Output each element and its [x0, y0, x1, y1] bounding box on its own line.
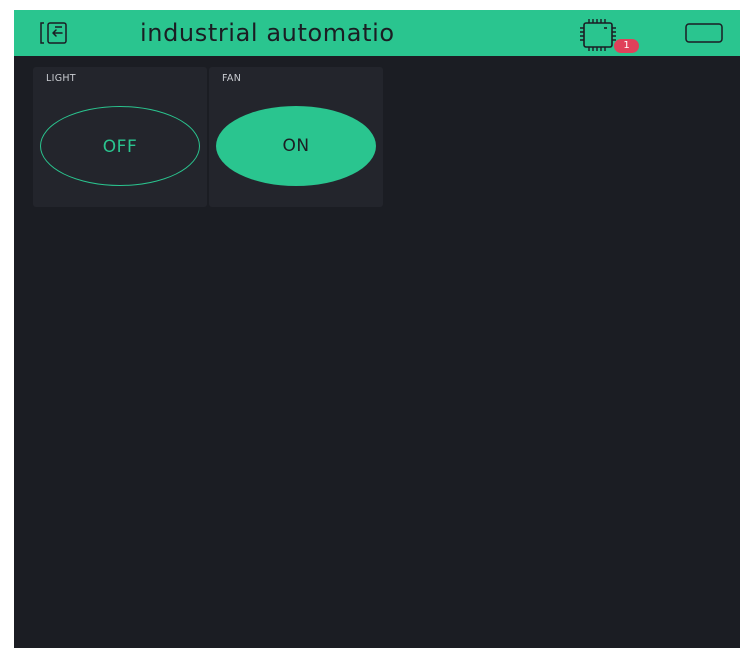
exit-button[interactable] [34, 19, 74, 47]
project-title: industrial automatio [140, 19, 395, 47]
app-screen: industrial automatio 1 LIGHT OFF FAN ON [14, 10, 740, 648]
light-button-widget: LIGHT OFF [33, 67, 207, 207]
exit-icon [40, 22, 67, 44]
device-count-badge: 1 [614, 39, 639, 53]
dashboard-icon [685, 23, 723, 43]
device-status-button[interactable]: 1 [574, 16, 646, 53]
light-toggle-button[interactable]: OFF [40, 106, 200, 186]
fan-toggle-button[interactable]: ON [216, 106, 376, 186]
app-header: industrial automatio 1 [14, 10, 740, 56]
dashboard-button[interactable] [684, 23, 724, 43]
fan-button-widget: FAN ON [209, 67, 383, 207]
widget-label-light: LIGHT [46, 73, 76, 84]
device-chip-icon [580, 19, 616, 51]
widget-label-fan: FAN [222, 73, 242, 84]
